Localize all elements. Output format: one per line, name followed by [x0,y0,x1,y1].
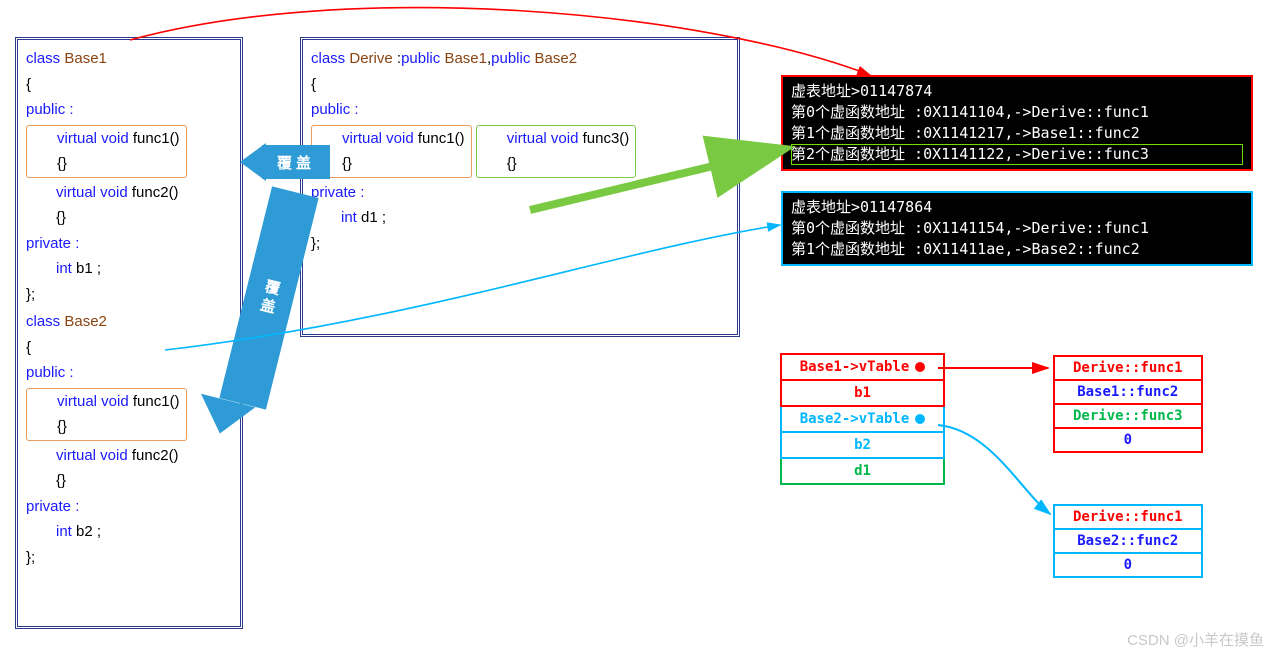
kw-class: class [26,50,60,67]
access-private: private : [26,231,232,257]
base1-close: }; [26,282,232,308]
vt1-r3: 0 [1054,428,1202,452]
vt1-r2: Derive::func3 [1054,404,1202,428]
base1-func2: virtual void func2() {} [26,180,232,231]
layout-b2: b2 [781,432,944,458]
console1-title: 虚表地址>01147874 [791,81,1243,102]
base2-func1: virtual void func1() {} [26,388,187,441]
access-public: public : [26,97,232,123]
layout-d1: d1 [781,458,944,484]
layout-base2-vtable: Base2->vTable [781,406,944,432]
access-private2: private : [26,494,232,520]
console2-row1: 第1个虚函数地址 :0X11411ae,->Base2::func2 [791,239,1243,260]
code-derive: class Derive :public Base1,public Base2 … [300,37,740,337]
vt1-r1: Base1::func2 [1054,380,1202,404]
base2-func2: virtual void func2() {} [26,443,232,494]
base2-close: }; [26,545,232,571]
vtable1-table: Derive::func1 Base1::func2 Derive::func3… [1053,355,1203,453]
console-vtable1: 虚表地址>01147874 第0个虚函数地址 :0X1141104,->Deri… [781,75,1253,171]
access-private-d: private : [311,180,729,206]
access-public2: public : [26,360,232,386]
console1-row1: 第1个虚函数地址 :0X1141217,->Base1::func2 [791,123,1243,144]
vtable2-table: Derive::func1 Base2::func2 0 [1053,504,1203,578]
derive-close: }; [311,231,729,257]
override-arrow-1: 覆盖 [262,145,330,179]
console2-row0: 第0个虚函数地址 :0X1141154,->Derive::func1 [791,218,1243,239]
layout-base1-vtable: Base1->vTable [781,354,944,380]
code-base: class Base1 { public : virtual void func… [15,37,243,629]
derive-func1: virtual void func1() {} [311,125,472,178]
console1-row2: 第2个虚函数地址 :0X1141122,->Derive::func3 [791,144,1243,165]
console-vtable2: 虚表地址>01147864 第0个虚函数地址 :0X1141154,->Deri… [781,191,1253,266]
base1-func1: virtual void func1() {} [26,125,187,178]
vt2-r1: Base2::func2 [1054,529,1202,553]
vt2-r2: 0 [1054,553,1202,577]
console1-row0: 第0个虚函数地址 :0X1141104,->Derive::func1 [791,102,1243,123]
object-layout-table: Base1->vTable b1 Base2->vTable b2 d1 [780,353,945,485]
override-arrow-1-head [240,143,266,181]
console2-title: 虚表地址>01147864 [791,197,1243,218]
access-public-d: public : [311,97,729,123]
derive-func3: virtual void func3() {} [476,125,637,178]
watermark: CSDN @小羊在摸鱼 [1127,629,1264,650]
vt1-r0: Derive::func1 [1054,356,1202,380]
class-name: Base1 [64,50,107,67]
layout-b1: b1 [781,380,944,406]
vt2-r0: Derive::func1 [1054,505,1202,529]
